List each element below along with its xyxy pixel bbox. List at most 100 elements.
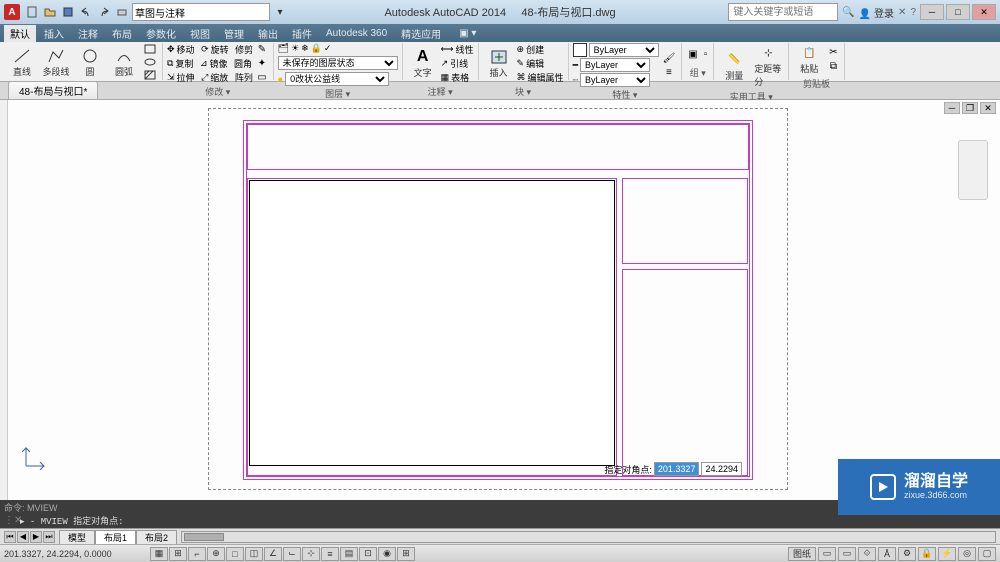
paper-model-toggle[interactable]: 图纸 [788, 547, 816, 561]
tab-a360[interactable]: Autodesk 360 [320, 27, 393, 40]
signin-link[interactable]: 👤 登录 [859, 5, 894, 20]
paste-button[interactable]: 📋粘贴 [793, 43, 825, 76]
help-search-input[interactable] [728, 3, 838, 21]
stretch-icon[interactable]: ⇲ [167, 72, 175, 83]
coord-y-input[interactable]: 24.2294 [701, 462, 742, 476]
grid-toggle[interactable]: ⊞ [169, 547, 187, 561]
linetype-combo[interactable]: ByLayer [580, 73, 650, 87]
panel-annotation-label[interactable]: 注释 ▾ [407, 84, 474, 99]
rotate-icon[interactable]: ⟳ [201, 44, 209, 55]
tab-insert[interactable]: 插入 [38, 25, 70, 42]
scale-icon[interactable]: ⤢ [201, 72, 208, 83]
scale-button[interactable]: 缩放 [210, 71, 228, 84]
line-button[interactable]: 直线 [6, 46, 38, 79]
list-button[interactable]: ≡ [661, 66, 678, 79]
coord-x-input[interactable]: 201.3327 [654, 462, 700, 476]
panel-groups-label[interactable]: 组 ▾ [686, 65, 709, 80]
navigation-bar[interactable] [958, 140, 988, 200]
tab-plugins[interactable]: 插件 [286, 25, 318, 42]
layer-iso-icon[interactable]: ☀ [291, 43, 299, 54]
command-handle-icon[interactable]: ⋮✕ [4, 515, 16, 526]
ucs-icon[interactable] [22, 442, 50, 470]
hardware-accel-icon[interactable]: ⚡ [938, 547, 956, 561]
trim-button[interactable]: 修剪 [235, 43, 253, 56]
quickview-drawings-icon[interactable]: ▭ [838, 547, 856, 561]
arc-button[interactable]: 圆弧 [108, 46, 140, 79]
qp-toggle[interactable]: ⊡ [359, 547, 377, 561]
polyline-button[interactable]: 多段线 [40, 46, 72, 79]
viewport-3[interactable] [622, 269, 748, 476]
measure-button[interactable]: 📏测量 [718, 50, 750, 83]
cut-button[interactable]: ✂ [827, 46, 839, 59]
panel-modify-label[interactable]: 修改 ▾ [167, 84, 269, 99]
panel-clipboard-label[interactable]: 剪贴板 [793, 76, 839, 91]
ortho-toggle[interactable]: ⌐ [188, 547, 206, 561]
layout-tab-1[interactable]: 布局1 [95, 530, 136, 544]
layer-freeze-icon[interactable]: ❄ [301, 43, 309, 54]
workspace-combo[interactable] [132, 3, 270, 21]
3dosnap-toggle[interactable]: ◫ [245, 547, 263, 561]
tab-view[interactable]: 视图 [184, 25, 216, 42]
ducs-toggle[interactable]: ⌙ [283, 547, 301, 561]
tab-expand-icon[interactable]: ▣ ▾ [453, 27, 482, 40]
sc-toggle[interactable]: ◉ [378, 547, 396, 561]
doc-close-button[interactable]: ✕ [980, 102, 996, 114]
command-prompt[interactable]: ▸ - MVIEW 指定对角点: [20, 514, 124, 527]
copy-icon[interactable]: ⧉ [167, 58, 173, 69]
rotate-button[interactable]: 旋转 [211, 43, 229, 56]
annotation-vis-icon[interactable]: Å [878, 547, 896, 561]
tab-manage[interactable]: 管理 [218, 25, 250, 42]
tpy-toggle[interactable]: ▤ [340, 547, 358, 561]
group-button[interactable]: ▣ [686, 48, 699, 61]
lineweight-combo[interactable]: ByLayer [580, 58, 650, 72]
panel-layers-label[interactable]: 图层 ▾ [278, 86, 398, 101]
edit-block-icon[interactable]: ✎ [517, 58, 525, 69]
stretch-button[interactable]: 拉伸 [177, 71, 195, 84]
explode-button[interactable]: ✦ [255, 57, 268, 70]
create-block-icon[interactable]: ⊕ [517, 44, 525, 55]
layout-tab-model[interactable]: 模型 [59, 530, 95, 544]
close-button[interactable]: ✕ [972, 4, 996, 20]
layer-current-combo[interactable]: 0改状公益线 [285, 72, 389, 86]
layout-tab-2[interactable]: 布局2 [136, 530, 177, 544]
plot-icon[interactable] [114, 4, 130, 20]
mirror-icon[interactable]: ⊿ [200, 58, 208, 69]
erase-button[interactable]: ✎ [255, 43, 268, 56]
quickview-layouts-icon[interactable]: ▭ [818, 547, 836, 561]
mirror-button[interactable]: 镜像 [210, 57, 228, 70]
edit-attr-icon[interactable]: ⌘ [517, 72, 526, 83]
isolate-objects-icon[interactable]: ◎ [958, 547, 976, 561]
move-button[interactable]: 移动 [177, 43, 195, 56]
edit-attr-button[interactable]: 编辑属性 [528, 71, 564, 84]
redo-icon[interactable] [96, 4, 112, 20]
leader-button[interactable]: 引线 [450, 57, 468, 70]
tab-default[interactable]: 默认 [4, 25, 36, 42]
layer-props-icon[interactable]: 🗂 [278, 43, 289, 54]
lock-ui-icon[interactable]: 🔒 [918, 547, 936, 561]
viewport-1-active[interactable] [249, 180, 615, 466]
doc-restore-button[interactable]: ❐ [962, 102, 978, 114]
lwt-toggle[interactable]: ≡ [321, 547, 339, 561]
maximize-button[interactable]: □ [946, 4, 970, 20]
new-icon[interactable] [24, 4, 40, 20]
tab-featured[interactable]: 精选应用 [395, 25, 447, 42]
edit-block-button[interactable]: 编辑 [526, 57, 544, 70]
open-icon[interactable] [42, 4, 58, 20]
tab-parametric[interactable]: 参数化 [140, 25, 182, 42]
ungroup-button[interactable]: ▫ [702, 48, 710, 61]
canvas-area[interactable]: ─ ❐ ✕ 指定对角点: 201.3327 24.2294 [8, 100, 1000, 500]
insert-block-button[interactable]: 插入 [483, 47, 515, 80]
clean-screen-icon[interactable]: ▢ [978, 547, 996, 561]
offset-button[interactable]: ▭ [255, 71, 268, 84]
dyn-toggle[interactable]: ⊹ [302, 547, 320, 561]
color-swatch-icon[interactable] [573, 43, 587, 57]
title-block[interactable] [247, 124, 749, 170]
search-icon[interactable]: 🔍 [842, 7, 854, 18]
array-button[interactable]: 阵列 [235, 71, 253, 84]
divide-button[interactable]: ⊹定距等分 [752, 43, 784, 89]
tab-annotate[interactable]: 注释 [72, 25, 104, 42]
copy-button[interactable]: 复制 [175, 57, 193, 70]
help-icon[interactable]: ? [910, 7, 916, 18]
move-icon[interactable]: ✥ [167, 44, 175, 55]
polar-toggle[interactable]: ⊕ [207, 547, 225, 561]
